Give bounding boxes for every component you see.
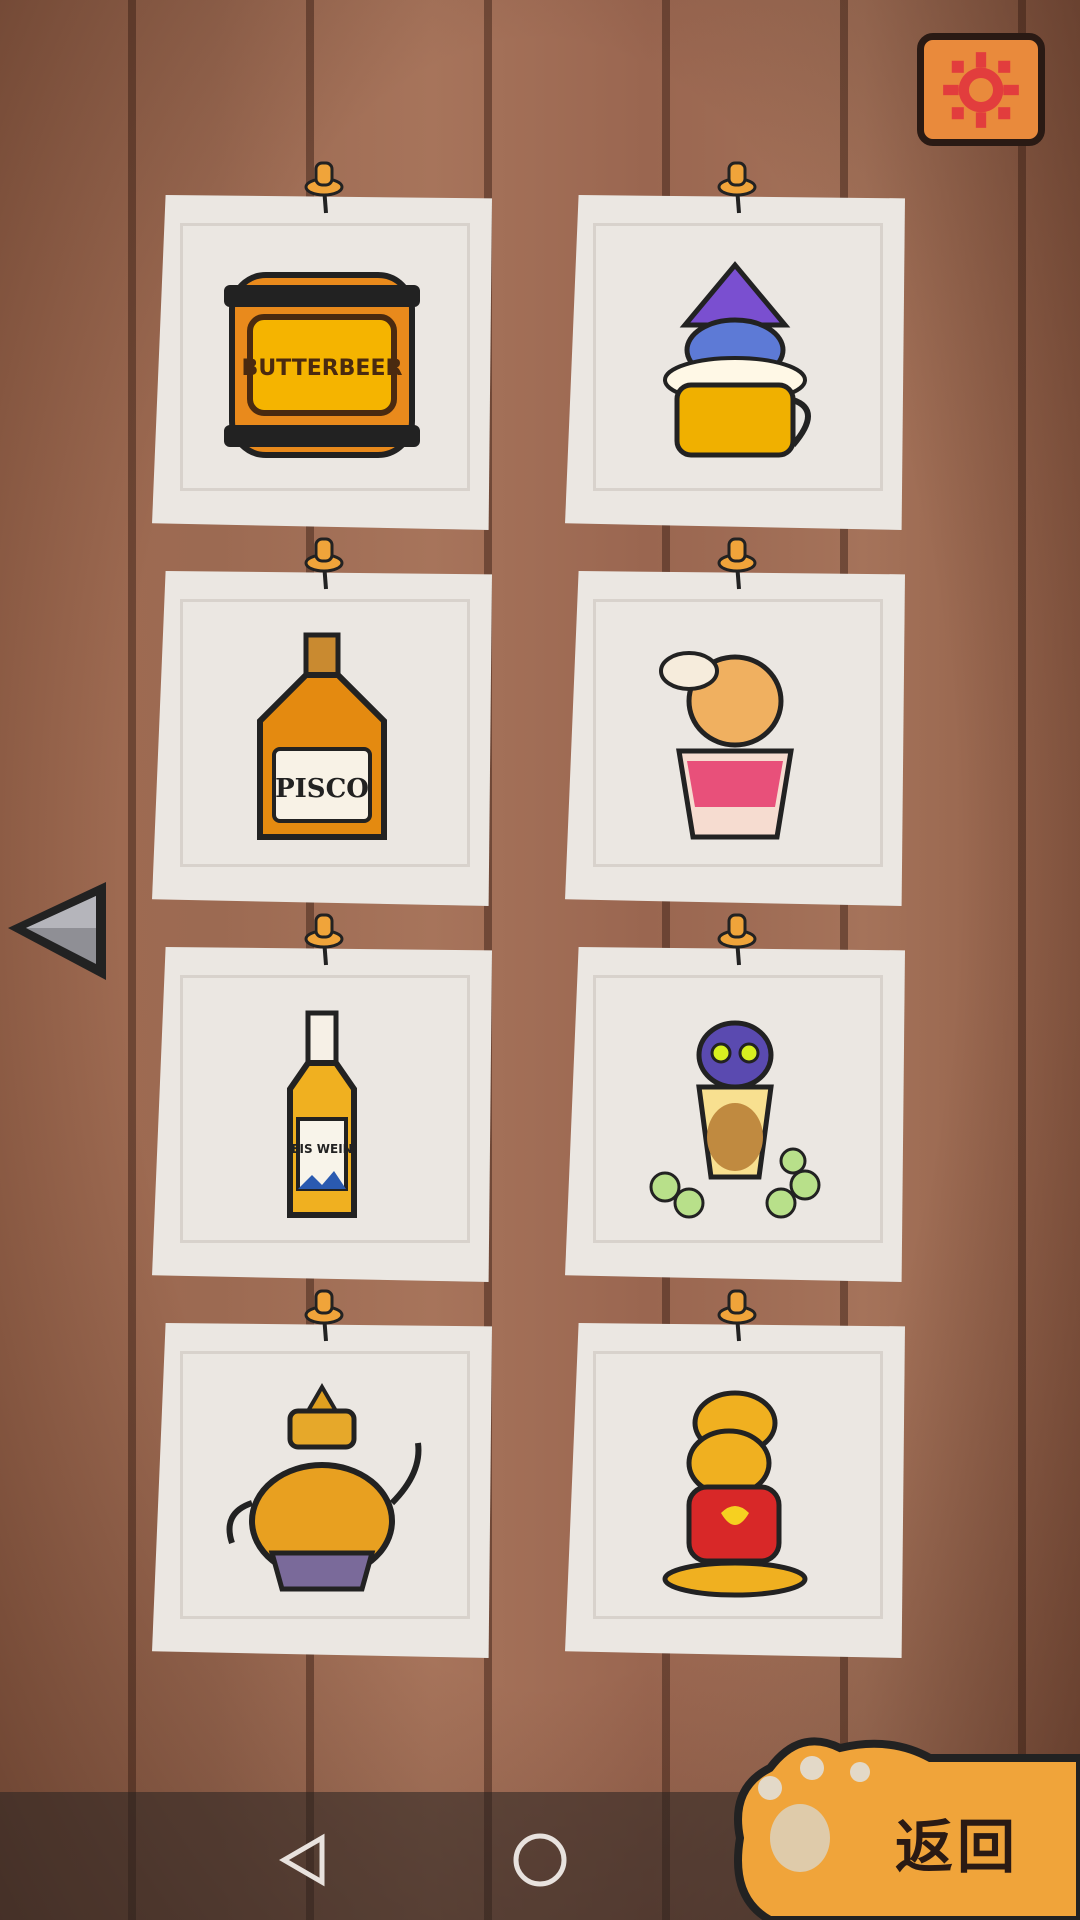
gear-icon	[943, 51, 1019, 128]
pushpin-icon	[304, 1289, 344, 1342]
pushpin-icon	[304, 161, 344, 214]
cat-glass-icon	[649, 1020, 821, 1219]
pushpin-icon	[717, 913, 757, 966]
wizard-cat-mug-icon	[663, 261, 811, 458]
nav-home-icon[interactable]	[508, 1830, 572, 1890]
card-cat-grape-glass[interactable]	[565, 913, 905, 1282]
pushpin-icon	[717, 537, 757, 590]
pushpin-icon	[304, 913, 344, 966]
card-butterbeer[interactable]: BUTTERBEER	[152, 161, 492, 530]
back-button-label[interactable]: 返回	[895, 1800, 1019, 1884]
card-eiswein[interactable]: EIS WEIN	[152, 913, 492, 1282]
bottle-label: PISCO	[275, 774, 369, 804]
card-wizard-cat-mug[interactable]	[565, 161, 905, 530]
nav-back-icon[interactable]	[270, 1830, 334, 1890]
card-pisco[interactable]: PISCO	[152, 537, 492, 906]
barrel-label: BUTTERBEER	[242, 356, 403, 381]
pushpin-icon	[304, 537, 344, 590]
pushpin-icon	[717, 1289, 757, 1342]
barrel-icon: BUTTERBEER	[224, 272, 420, 458]
left-triangle-icon[interactable]	[2, 868, 120, 986]
llama-cat-icon	[659, 651, 794, 840]
pushpin-icon	[717, 161, 757, 214]
cat-vest-icon	[662, 1390, 808, 1598]
card-cat-red-vest[interactable]	[565, 1289, 905, 1658]
screen: BUTTERBEER PISCO EIS WEIN 返回	[0, 0, 1080, 1920]
bottle-icon: PISCO	[257, 632, 387, 840]
bottle-icon: EIS WEIN	[287, 1010, 357, 1218]
card-teapot[interactable]	[152, 1289, 492, 1658]
bottle-label: EIS WEIN	[291, 1142, 352, 1156]
settings-button[interactable]	[917, 33, 1045, 146]
teapot-icon	[226, 1383, 422, 1592]
card-llama-cat[interactable]	[565, 537, 905, 906]
